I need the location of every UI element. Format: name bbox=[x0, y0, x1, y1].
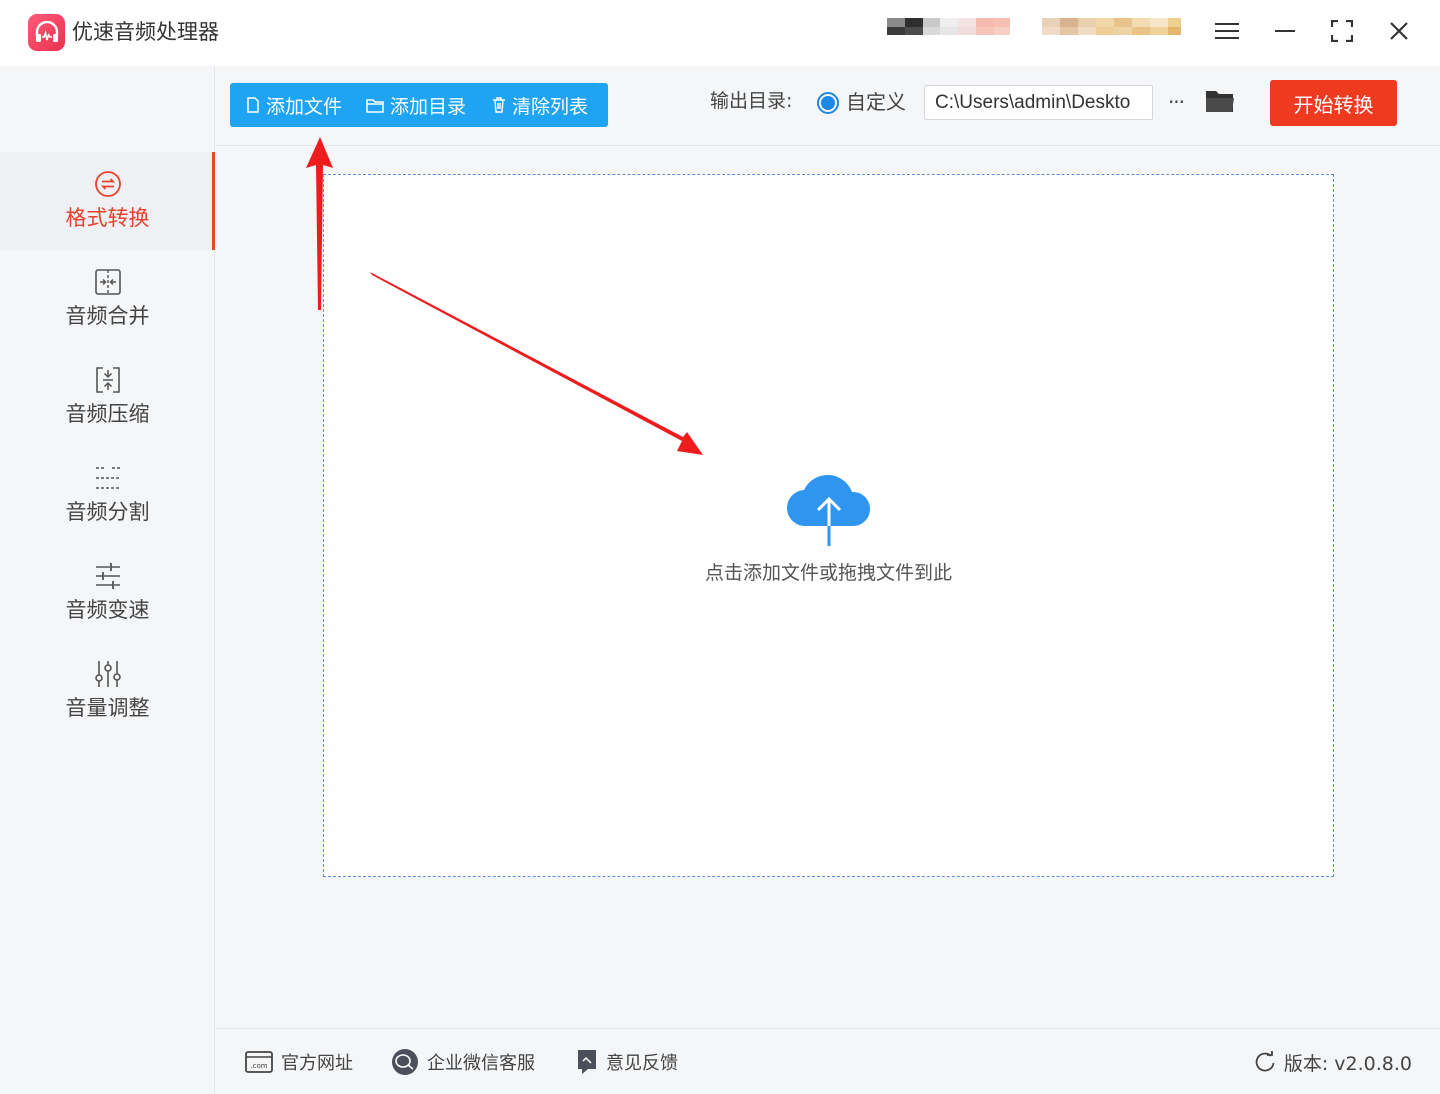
wechat-support-label: 企业微信客服 bbox=[427, 1053, 535, 1074]
maximize-button[interactable] bbox=[1325, 14, 1359, 48]
account-name-blurred[interactable] bbox=[1042, 18, 1181, 52]
close-button[interactable] bbox=[1382, 14, 1416, 48]
cloud-upload-icon bbox=[786, 474, 871, 546]
folder-outline-icon bbox=[366, 98, 384, 113]
sidebar-item-split[interactable]: 音频分割 bbox=[0, 446, 215, 544]
open-folder-button[interactable] bbox=[1205, 88, 1235, 116]
feedback-icon bbox=[578, 1050, 596, 1074]
refresh-icon bbox=[1255, 1051, 1275, 1072]
add-folder-button[interactable]: 添加目录 bbox=[366, 83, 466, 127]
fullscreen-icon bbox=[1331, 20, 1353, 42]
start-convert-button[interactable]: 开始转换 bbox=[1270, 80, 1397, 126]
file-toolbar: 添加文件 添加目录 清除列表 bbox=[230, 83, 608, 127]
custom-output-label[interactable]: 自定义 bbox=[846, 89, 906, 115]
headphones-icon bbox=[35, 20, 58, 42]
chat-support-icon bbox=[392, 1049, 418, 1075]
footer: .com 官方网址 企业微信客服 意见反馈 版本: v2.0.8.0 bbox=[216, 1028, 1440, 1094]
sidebar-item-label: 音频变速 bbox=[65, 598, 150, 622]
format-convert-icon bbox=[94, 171, 121, 197]
title-bar: 优速音频处理器 bbox=[0, 0, 1440, 66]
volume-icon bbox=[94, 661, 121, 687]
add-file-label: 添加文件 bbox=[266, 95, 343, 118]
output-dir-label: 输出目录: bbox=[710, 90, 793, 112]
file-icon bbox=[247, 97, 259, 113]
sidebar-item-label: 音量调整 bbox=[65, 696, 150, 720]
clear-list-label: 清除列表 bbox=[512, 95, 589, 118]
toolbar-divider bbox=[216, 145, 1440, 146]
sidebar-item-format-convert[interactable]: 格式转换 bbox=[0, 152, 215, 250]
trash-icon bbox=[493, 97, 506, 113]
radio-selected-dot bbox=[821, 96, 835, 110]
version-label: 版本: v2.0.8.0 bbox=[1283, 1052, 1412, 1075]
folder-icon bbox=[1206, 91, 1234, 112]
sidebar-item-label: 音频分割 bbox=[65, 500, 150, 524]
minimize-icon bbox=[1275, 30, 1295, 32]
app-title: 优速音频处理器 bbox=[72, 20, 219, 44]
sidebar-item-compress[interactable]: 音频压缩 bbox=[0, 348, 215, 446]
app-logo bbox=[28, 14, 65, 51]
sidebar-item-label: 格式转换 bbox=[65, 206, 150, 230]
speed-icon bbox=[95, 563, 120, 589]
split-icon bbox=[95, 467, 120, 489]
feedback-link[interactable]: 意见反馈 bbox=[576, 1047, 678, 1077]
website-icon: .com bbox=[245, 1051, 273, 1073]
wechat-support-link[interactable]: 企业微信客服 bbox=[391, 1047, 535, 1077]
hamburger-icon bbox=[1215, 23, 1239, 39]
add-folder-label: 添加目录 bbox=[390, 95, 467, 118]
official-website-label: 官方网址 bbox=[281, 1053, 353, 1074]
clear-list-button[interactable]: 清除列表 bbox=[492, 83, 588, 127]
menu-button[interactable] bbox=[1210, 14, 1244, 48]
sidebar-item-speed[interactable]: 音频变速 bbox=[0, 544, 215, 642]
close-icon bbox=[1390, 22, 1408, 40]
custom-output-radio[interactable] bbox=[817, 92, 839, 114]
sidebar-item-merge[interactable]: 音频合并 bbox=[0, 250, 215, 348]
sidebar-item-label: 音频压缩 bbox=[65, 402, 150, 426]
drop-hint-text: 点击添加文件或拖拽文件到此 bbox=[704, 562, 952, 584]
sidebar-item-volume[interactable]: 音量调整 bbox=[0, 642, 215, 740]
sidebar-item-label: 音频合并 bbox=[65, 304, 150, 328]
sidebar: 格式转换 音频合并 音频压缩 音频分割 音频变速 音量调整 bbox=[0, 66, 215, 1094]
account-avatar-blurred[interactable] bbox=[887, 18, 1010, 52]
compress-icon bbox=[95, 367, 120, 393]
minimize-button[interactable] bbox=[1268, 14, 1302, 48]
add-file-button[interactable]: 添加文件 bbox=[246, 83, 342, 127]
output-path-input[interactable] bbox=[924, 85, 1153, 120]
svg-text:.com: .com bbox=[250, 1062, 267, 1070]
version-info: 版本: v2.0.8.0 bbox=[1254, 1047, 1412, 1077]
feedback-label: 意见反馈 bbox=[606, 1053, 678, 1074]
official-website-link[interactable]: .com 官方网址 bbox=[245, 1047, 353, 1077]
browse-more-button[interactable]: ··· bbox=[1162, 88, 1190, 116]
file-drop-zone[interactable]: 点击添加文件或拖拽文件到此 bbox=[323, 174, 1334, 877]
merge-icon bbox=[94, 269, 121, 295]
